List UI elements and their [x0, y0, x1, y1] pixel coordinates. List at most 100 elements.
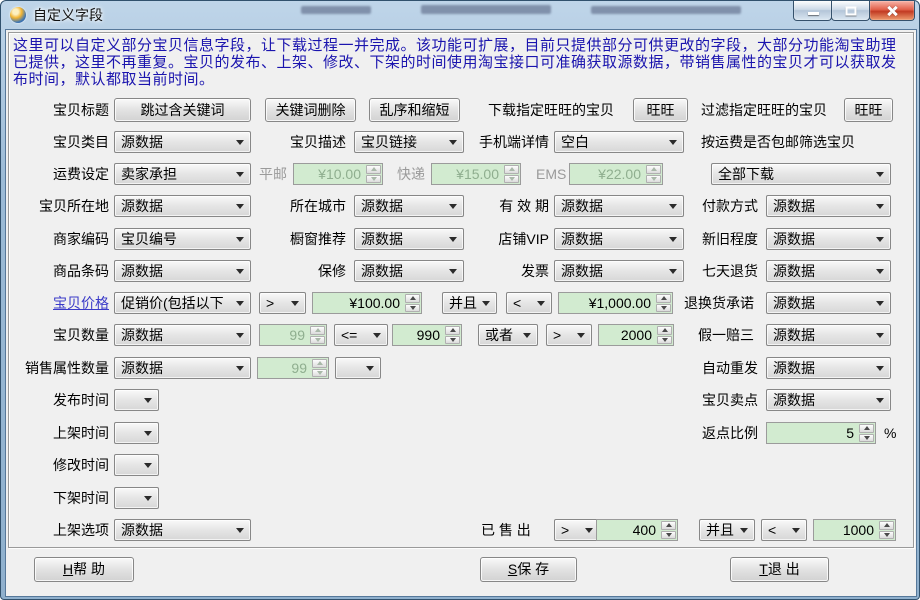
condition-dropdown[interactable]: 源数据 [766, 228, 891, 250]
spinner-arrows-icon[interactable] [366, 165, 381, 183]
location-dropdown[interactable]: 源数据 [114, 195, 251, 217]
spinner-arrows-icon[interactable] [312, 359, 327, 377]
shipping-dropdown[interactable]: 卖家承担 [114, 163, 251, 185]
chevron-down-icon [236, 140, 244, 149]
sales-attr-qty-spinner[interactable]: 99 [257, 357, 329, 379]
quantity-op1-dropdown[interactable]: <= [334, 324, 388, 346]
spinner-arrows-icon[interactable] [879, 521, 894, 539]
price-op2-dropdown[interactable]: < [506, 292, 552, 314]
spinner-arrows-icon[interactable] [405, 294, 420, 312]
sold-op2-dropdown[interactable]: < [761, 519, 807, 541]
chevron-down-icon [482, 301, 490, 310]
maximize-button[interactable] [831, 1, 870, 21]
sold-max-spinner[interactable]: 1000 [813, 519, 896, 541]
keyword-delete-button[interactable]: 关键词删除 [265, 98, 356, 122]
wangwang-label: 旺旺 [647, 102, 675, 118]
selling-point-dropdown[interactable]: 源数据 [766, 389, 891, 411]
auto-resend-dropdown[interactable]: 源数据 [766, 357, 891, 379]
save-button[interactable]: S保 存 [480, 557, 577, 582]
spinner-arrows-icon[interactable] [646, 165, 661, 183]
minimize-button[interactable] [793, 1, 832, 21]
modify-time-dropdown[interactable] [114, 454, 159, 476]
barcode-dropdown[interactable]: 源数据 [114, 260, 251, 282]
shuffle-shorten-label: 乱序和缩短 [380, 102, 450, 118]
chevron-down-icon [876, 398, 884, 407]
shop-vip-label: 店铺VIP [459, 228, 549, 250]
quantity-min-spinner[interactable]: 990 [392, 324, 462, 346]
spinner-arrows-icon[interactable] [859, 424, 874, 442]
price-mode-dropdown[interactable]: 促销价(包括以下 [114, 292, 251, 314]
title-bar[interactable]: 自定义字段 [1, 1, 919, 29]
city-dropdown[interactable]: 源数据 [354, 195, 464, 217]
merchant-code-dropdown[interactable]: 宝贝编号 [114, 228, 251, 250]
listing-option-dropdown[interactable]: 源数据 [114, 519, 251, 541]
delist-time-dropdown[interactable] [114, 487, 159, 509]
download-scope-dropdown[interactable]: 全部下载 [711, 163, 891, 185]
keyword-delete-label: 关键词删除 [276, 102, 346, 118]
shuffle-shorten-button[interactable]: 乱序和缩短 [369, 98, 460, 122]
price-link[interactable]: 宝贝价格 [5, 292, 109, 314]
ems-fee-value: ¥22.00 [598, 164, 641, 184]
chevron-down-icon [236, 269, 244, 278]
warranty-dropdown[interactable]: 源数据 [354, 260, 464, 282]
fake-compensation-dropdown[interactable]: 源数据 [766, 324, 891, 346]
skip-keyword-button[interactable]: 跳过含关键词 [114, 98, 251, 122]
wangwang-download-button[interactable]: 旺旺 [633, 98, 688, 122]
spinner-arrows-icon[interactable] [661, 521, 676, 539]
express-fee-value: ¥15.00 [456, 164, 499, 184]
price-max-value: ¥1,000.00 [589, 293, 651, 313]
sales-attr-op-dropdown[interactable] [335, 357, 381, 379]
price-op1-dropdown[interactable]: > [259, 292, 306, 314]
chevron-down-icon [449, 237, 457, 246]
price-join-dropdown[interactable]: 并且 [442, 292, 497, 314]
rebate-spinner[interactable]: 5 [766, 422, 876, 444]
category-dropdown[interactable]: 源数据 [114, 131, 251, 153]
price-min-spinner[interactable]: ¥100.00 [312, 292, 422, 314]
save-mnemonic: S [508, 561, 517, 577]
payment-label: 付款方式 [658, 195, 758, 217]
mobile-detail-value: 空白 [561, 132, 665, 152]
dialog-window: 自定义字段 这里可以自定义部分宝贝信息字段，让下载过程一并完成。该功能可扩展，目… [0, 0, 920, 600]
payment-dropdown[interactable]: 源数据 [766, 195, 891, 217]
wangwang-filter-button[interactable]: 旺旺 [844, 98, 893, 122]
spinner-arrows-icon[interactable] [445, 326, 460, 344]
description-value: 宝贝链接 [361, 132, 445, 152]
chevron-down-icon [144, 431, 152, 440]
express-fee-spinner[interactable]: ¥15.00 [431, 163, 521, 185]
chevron-down-icon [585, 528, 593, 537]
chevron-down-icon [876, 172, 884, 181]
return-promise-dropdown[interactable]: 源数据 [766, 292, 891, 314]
seven-day-return-dropdown[interactable]: 源数据 [766, 260, 891, 282]
quantity-mode-dropdown[interactable]: 源数据 [114, 324, 251, 346]
sales-attr-mode-dropdown[interactable]: 源数据 [114, 357, 251, 379]
help-button[interactable]: H帮 助 [34, 557, 134, 582]
quantity-op2-dropdown[interactable]: > [546, 324, 592, 346]
validity-label: 有 效 期 [459, 195, 549, 217]
listing-time-dropdown[interactable] [114, 422, 159, 444]
window-rec-dropdown[interactable]: 源数据 [354, 228, 464, 250]
listing-option-label: 上架选项 [5, 519, 109, 541]
warranty-label: 保修 [246, 260, 346, 282]
filter-wangwang-label: 过滤指定旺旺的宝贝 [701, 98, 827, 120]
post-fee-spinner[interactable]: ¥10.00 [293, 163, 383, 185]
close-button[interactable] [869, 1, 915, 21]
download-wangwang-label: 下载指定旺旺的宝贝 [488, 98, 614, 120]
window-title: 自定义字段 [33, 1, 103, 29]
exit-button[interactable]: T退 出 [730, 557, 829, 582]
rebate-value: 5 [846, 423, 854, 443]
quantity-join-dropdown[interactable]: 或者 [478, 324, 538, 346]
ems-fee-spinner[interactable]: ¥22.00 [569, 163, 663, 185]
sold-join-dropdown[interactable]: 并且 [699, 519, 755, 541]
app-icon [10, 7, 26, 23]
quantity-label: 宝贝数量 [5, 324, 109, 346]
spinner-arrows-icon[interactable] [310, 326, 325, 344]
sold-min-spinner[interactable]: 400 [596, 519, 678, 541]
publish-time-dropdown[interactable] [114, 389, 159, 411]
payment-value: 源数据 [773, 196, 872, 216]
sold-op1-dropdown[interactable]: > [554, 519, 600, 541]
condition-label: 新旧程度 [658, 228, 758, 250]
spinner-arrows-icon[interactable] [504, 165, 519, 183]
quantity-base-spinner[interactable]: 99 [259, 324, 327, 346]
mobile-detail-dropdown[interactable]: 空白 [554, 131, 684, 153]
description-dropdown[interactable]: 宝贝链接 [354, 131, 464, 153]
